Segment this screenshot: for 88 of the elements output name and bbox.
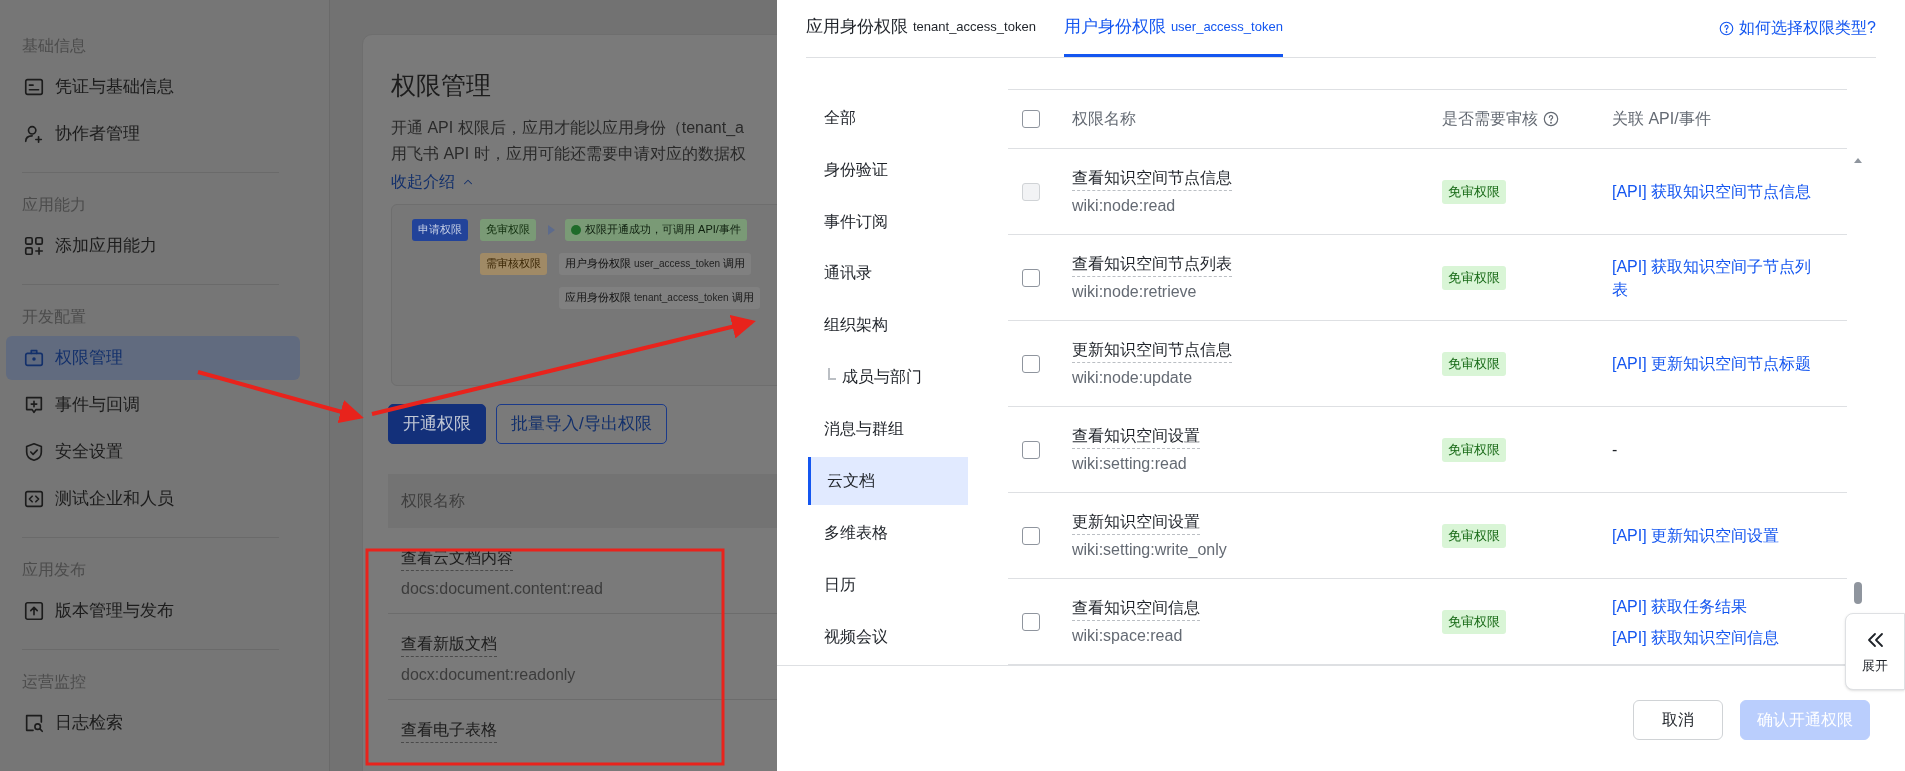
api-link[interactable]: [API] 获取知识空间子节点列表 (1612, 254, 1814, 301)
success-pill: 权限开通成功，可调用 API/事件 (565, 218, 747, 241)
empty-value: - (1612, 439, 1619, 460)
sidebar-item[interactable]: 测试企业和人员 (6, 477, 300, 521)
code-icon (23, 488, 45, 510)
permission-name: 查看电子表格 (401, 717, 497, 743)
log-search-icon (23, 712, 45, 734)
tab[interactable]: 用户身份权限 user_access_token (1063, 0, 1283, 57)
user-add-icon (23, 123, 45, 145)
permission-scope: docx:document:readonly (401, 664, 577, 685)
help-icon (1543, 111, 1559, 127)
permission-scope: wiki:setting:read (1072, 453, 1188, 474)
sidebar-item[interactable]: 添加应用能力 (6, 224, 300, 268)
flow-tag: 需审核权限 (480, 252, 547, 275)
category-item[interactable]: 事件订阅 (808, 197, 968, 246)
checkbox[interactable] (1022, 440, 1040, 459)
description-text: 用飞书 API 时，应用可能还需要申请对应的数据权 (391, 143, 747, 164)
permission-name: 查看知识空间设置 (1072, 423, 1200, 449)
category-item[interactable]: 日历 (808, 561, 968, 609)
help-icon (1719, 20, 1735, 36)
checkbox[interactable] (1022, 110, 1040, 128)
api-link[interactable]: [API] 获取知识空间信息 (1612, 625, 1814, 649)
sidebar-item[interactable]: 协作者管理 (6, 112, 300, 156)
category-item[interactable]: 视频会议 (808, 613, 968, 661)
shield-check-icon (23, 441, 45, 463)
permission-name: 更新知识空间设置 (1072, 509, 1200, 535)
sidebar-item[interactable]: 安全设置 (6, 430, 300, 474)
flow-tag: 免审权限 (480, 218, 536, 241)
category-item[interactable]: 全部 (808, 94, 968, 142)
scrollbar-thumb[interactable] (1854, 582, 1862, 604)
permission-scope: wiki:setting:write_only (1072, 539, 1228, 560)
description-text: 开通 API 权限后，应用才能以应用身份（tenant_a (391, 117, 745, 138)
permission-name: 查看知识空间信息 (1072, 595, 1200, 621)
checkbox[interactable] (1022, 354, 1040, 373)
tree-branch-icon (828, 368, 836, 381)
category-item[interactable]: 多维表格 (808, 509, 968, 557)
checkbox[interactable] (1022, 612, 1040, 631)
grid-add-icon (23, 235, 45, 257)
category-item[interactable]: 组织架构 (808, 301, 968, 350)
permission-scope: wiki:node:update (1072, 367, 1194, 388)
category-item[interactable]: 身份验证 (808, 145, 968, 194)
sidebar-item[interactable]: 版本管理与发布 (6, 589, 300, 633)
checkbox[interactable] (1022, 268, 1040, 287)
scrollbar[interactable] (1853, 158, 1863, 606)
flow-step: 申请权限 (412, 218, 468, 241)
permission-name: 查看知识空间节点列表 (1072, 251, 1232, 277)
checkbox[interactable] (1022, 526, 1040, 545)
token-box: 用户身份权限 user_access_token 调用 (559, 252, 752, 275)
token-box: 应用身份权限 tenant_access_token 调用 (559, 286, 760, 309)
action-button[interactable]: 开通权限 (388, 403, 486, 444)
review-tag: 免审权限 (1442, 610, 1506, 634)
api-link[interactable]: [API] 更新知识空间设置 (1612, 524, 1814, 547)
tab[interactable]: 应用身份权限 tenant_access_token (806, 0, 1036, 57)
category-item[interactable]: 云文档 (808, 457, 968, 505)
permission-name: 更新知识空间节点信息 (1072, 337, 1232, 363)
message-add-icon (23, 394, 45, 416)
permission-scope: wiki:space:read (1072, 625, 1184, 646)
category-item[interactable]: 通讯录 (808, 249, 968, 298)
review-tag: 免审权限 (1442, 438, 1506, 462)
column-header: 关联 API/事件 (1612, 109, 1711, 129)
scroll-up-icon[interactable] (1854, 158, 1862, 163)
review-tag: 免审权限 (1442, 524, 1506, 548)
sidebar-item[interactable]: 事件与回调 (6, 383, 300, 427)
api-link[interactable]: [API] 更新知识空间节点标题 (1612, 352, 1814, 375)
page-title: 权限管理 (391, 70, 492, 101)
help-link[interactable]: 如何选择权限类型? (1719, 0, 1876, 57)
footer-button[interactable]: 取消 (1633, 700, 1723, 740)
sidebar-item[interactable]: 日志检索 (6, 701, 300, 745)
category-item[interactable]: 成员与部门 (808, 353, 968, 401)
api-link[interactable]: [API] 获取任务结果 (1612, 594, 1814, 618)
sidebar-item[interactable]: 凭证与基础信息 (6, 65, 300, 109)
briefcase-icon (23, 347, 45, 369)
column-header: 是否需要审核 (1442, 109, 1538, 129)
permission-name: 查看云文档内容 (401, 545, 513, 571)
permission-name: 查看知识空间节点信息 (1072, 165, 1232, 191)
review-tag: 免审权限 (1442, 266, 1506, 290)
review-tag: 免审权限 (1442, 352, 1506, 376)
expand-tab[interactable]: 展开 (1845, 613, 1905, 690)
category-item[interactable]: 消息与群组 (808, 405, 968, 453)
permission-scope: docs:document.content:read (401, 578, 604, 599)
play-icon (548, 224, 555, 235)
review-tag: 免审权限 (1442, 180, 1506, 204)
upload-icon (23, 600, 45, 622)
column-header: 权限名称 (1072, 109, 1136, 129)
permission-scope: wiki:node:read (1072, 195, 1177, 216)
permission-scope: wiki:node:retrieve (1072, 281, 1198, 302)
id-card-icon (23, 76, 45, 98)
permission-name: 查看新版文档 (401, 631, 497, 657)
